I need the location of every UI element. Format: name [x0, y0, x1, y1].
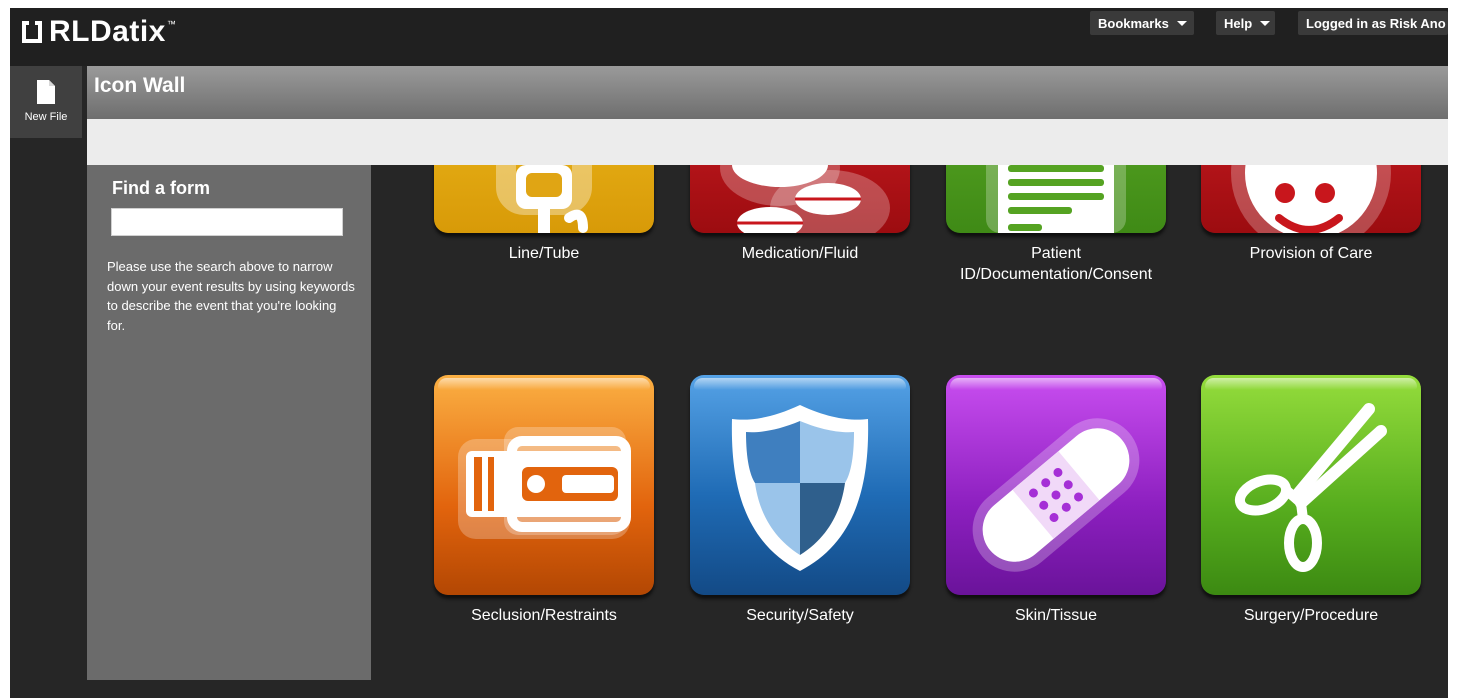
smiley-icon	[1231, 165, 1391, 233]
page-title: Icon Wall	[94, 74, 186, 97]
find-form-search-input[interactable]	[111, 208, 343, 236]
bookmarks-menu-button[interactable]: Bookmarks	[1090, 11, 1194, 35]
tile-medication-fluid[interactable]: Medication/Fluid	[690, 165, 910, 264]
document-icon	[986, 165, 1126, 233]
user-label: Logged in as Risk Ano	[1306, 15, 1446, 31]
tile-provision-of-care-label: Provision of Care	[1249, 245, 1373, 262]
brand-name: RLDatix	[49, 15, 166, 48]
toolbar-strip	[87, 119, 1448, 165]
pills-icon	[720, 165, 890, 233]
caret-down-icon	[1260, 20, 1271, 26]
icon-wall: Line/Tube Medication/Fluid Patient ID/Do…	[371, 165, 1448, 698]
help-menu-button[interactable]: Help	[1216, 11, 1275, 35]
help-label: Help	[1224, 15, 1253, 31]
find-form-title: Find a form	[112, 178, 210, 198]
tile-line-tube[interactable]: Line/Tube	[434, 165, 654, 264]
tile-security-safety-button[interactable]	[690, 375, 910, 595]
shield-icon	[731, 405, 869, 571]
tile-surgery-procedure-label: Surgery/Procedure	[1243, 607, 1379, 624]
document-icon	[37, 80, 55, 104]
top-bar: RLDatix ™ Bookmarks Help Logged in as Ri…	[10, 8, 1448, 66]
bandage-icon	[972, 418, 1140, 572]
brand-mark-icon	[22, 21, 42, 43]
tile-security-safety[interactable]: Security/Safety	[690, 375, 910, 626]
bookmarks-label: Bookmarks	[1098, 15, 1169, 31]
brand-trademark: ™	[166, 19, 176, 29]
caret-down-icon	[1176, 20, 1187, 26]
tile-medication-fluid-button[interactable]	[690, 165, 910, 233]
tile-skin-tissue-button[interactable]	[946, 375, 1166, 595]
user-menu-button[interactable]: Logged in as Risk Ano	[1298, 11, 1448, 35]
page-header: Icon Wall	[87, 66, 1448, 119]
new-file-button[interactable]: New File	[10, 66, 82, 138]
tile-line-tube-label: Line/Tube	[508, 245, 580, 262]
find-form-help-text: Please use the search above to narrow do…	[107, 259, 355, 333]
tile-seclusion-restraints-label: Seclusion/Restraints	[471, 607, 617, 624]
tile-seclusion-restraints-button[interactable]	[434, 375, 654, 595]
tile-security-safety-label: Security/Safety	[746, 607, 854, 624]
tile-surgery-procedure[interactable]: Surgery/Procedure	[1201, 375, 1421, 626]
tile-patient-id-documentation-consent-button[interactable]	[946, 165, 1166, 233]
tile-patient-id-documentation-consent-label: Patient ID/Documentation/Consent	[959, 245, 1153, 283]
scissors-icon	[1234, 403, 1387, 572]
app-window: RLDatix ™ Bookmarks Help Logged in as Ri…	[10, 8, 1448, 698]
tile-skin-tissue[interactable]: Skin/Tissue	[946, 375, 1166, 626]
tile-patient-id-documentation-consent[interactable]: Patient ID/Documentation/Consent	[946, 165, 1166, 285]
tile-line-tube-button[interactable]	[434, 165, 654, 233]
new-file-label: New File	[24, 111, 68, 123]
tile-medication-fluid-label: Medication/Fluid	[741, 245, 859, 262]
restraint-belt-icon	[458, 427, 631, 539]
find-form-panel: Find a form Please use the search above …	[87, 165, 371, 680]
tile-surgery-procedure-button[interactable]	[1201, 375, 1421, 595]
tile-provision-of-care[interactable]: Provision of Care	[1201, 165, 1421, 264]
tile-skin-tissue-label: Skin/Tissue	[1014, 607, 1098, 624]
tile-provision-of-care-button[interactable]	[1201, 165, 1421, 233]
brand-logo[interactable]: RLDatix ™	[18, 15, 176, 49]
tile-seclusion-restraints[interactable]: Seclusion/Restraints	[434, 375, 654, 626]
iv-bag-icon	[496, 165, 592, 233]
